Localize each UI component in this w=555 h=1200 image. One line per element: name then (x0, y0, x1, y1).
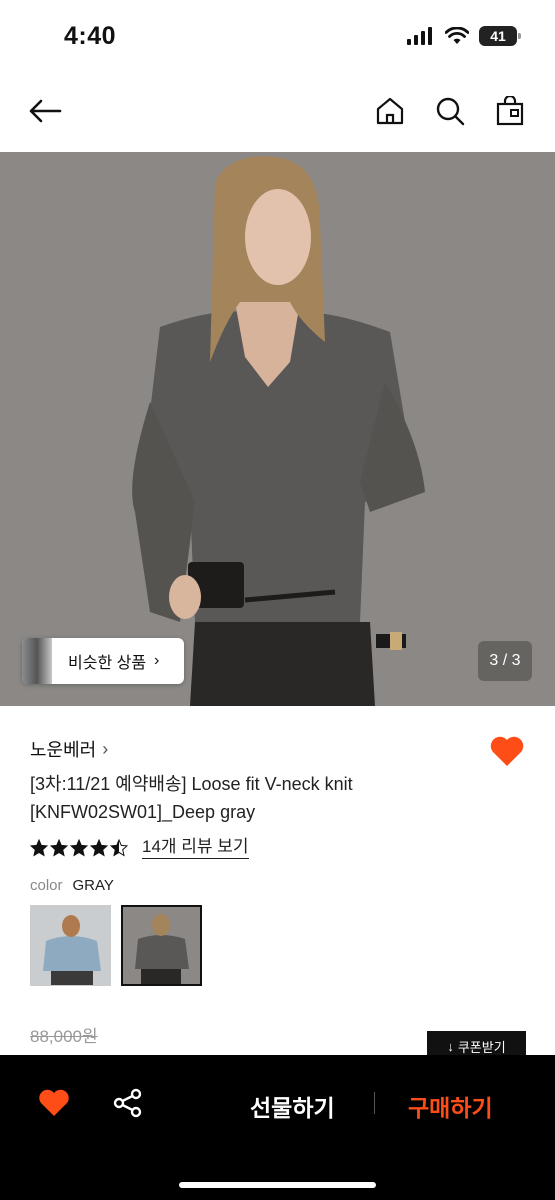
coupon-label: 쿠폰받기 (457, 1039, 506, 1055)
shopping-bag-icon (496, 96, 524, 126)
image-pager: 3 / 3 (478, 641, 532, 681)
product-title: [3차:11/21 예약배송] Loose fit V-neck knit [K… (30, 770, 460, 826)
color-swatches (30, 905, 202, 986)
arrow-left-icon (29, 99, 62, 123)
heart-icon[interactable] (38, 1088, 70, 1118)
star-icon (90, 838, 108, 857)
original-price: 88,000원 (30, 1027, 98, 1046)
product-title-line1: [3차:11/21 예약배송] Loose fit V-neck knit (30, 774, 353, 794)
color-label: color (30, 877, 63, 894)
similar-products-button[interactable]: 비슷한 상품 › (22, 638, 184, 684)
rating-stars (30, 838, 128, 857)
product-image[interactable] (0, 152, 555, 706)
star-icon (110, 838, 128, 857)
buy-button[interactable]: 구매하기 (408, 1089, 493, 1123)
bottom-action-bar: 선물하기 구매하기 (0, 1055, 555, 1200)
star-icon (50, 838, 68, 857)
home-icon (376, 97, 404, 125)
star-icon (70, 838, 88, 857)
chevron-right-icon: › (154, 652, 160, 669)
cart-button[interactable] (487, 88, 533, 134)
top-nav (0, 80, 555, 140)
status-bar: 4:40 41 (0, 0, 555, 70)
search-icon (436, 97, 465, 126)
wifi-icon (445, 27, 469, 44)
chevron-right-icon: › (102, 738, 109, 759)
color-row: color GRAY (30, 877, 114, 894)
battery-icon: 41 (479, 26, 521, 46)
home-indicator (179, 1182, 376, 1188)
rating-row: 14개 리뷰 보기 (30, 836, 249, 859)
swatch-gray-selected[interactable] (121, 905, 202, 986)
review-link[interactable]: 14개 리뷰 보기 (142, 836, 249, 859)
model-photo (0, 152, 555, 706)
signal-icon (407, 27, 432, 45)
status-icons: 41 (407, 26, 521, 46)
arrow-down-icon: ↓ (447, 1038, 454, 1054)
swatch-blue-image (31, 906, 110, 985)
status-time: 4:40 (64, 22, 117, 50)
divider (374, 1092, 375, 1114)
color-value: GRAY (72, 877, 114, 894)
heart-icon[interactable] (489, 734, 525, 768)
brand-name: 노운베러 (30, 740, 97, 760)
back-button[interactable] (22, 88, 68, 134)
swatch-blue[interactable] (30, 905, 111, 986)
star-icon (30, 838, 48, 857)
similar-thumbnail (22, 638, 52, 684)
home-button[interactable] (367, 88, 413, 134)
swatch-gray-image (123, 907, 200, 984)
similar-products-label: 비슷한 상품 (68, 655, 147, 672)
brand-link[interactable]: 노운베러 › (30, 736, 108, 762)
gift-button[interactable]: 선물하기 (250, 1089, 335, 1123)
search-button[interactable] (427, 88, 473, 134)
product-title-line2: [KNFW02SW01]_Deep gray (30, 802, 256, 822)
share-icon[interactable] (112, 1087, 144, 1119)
